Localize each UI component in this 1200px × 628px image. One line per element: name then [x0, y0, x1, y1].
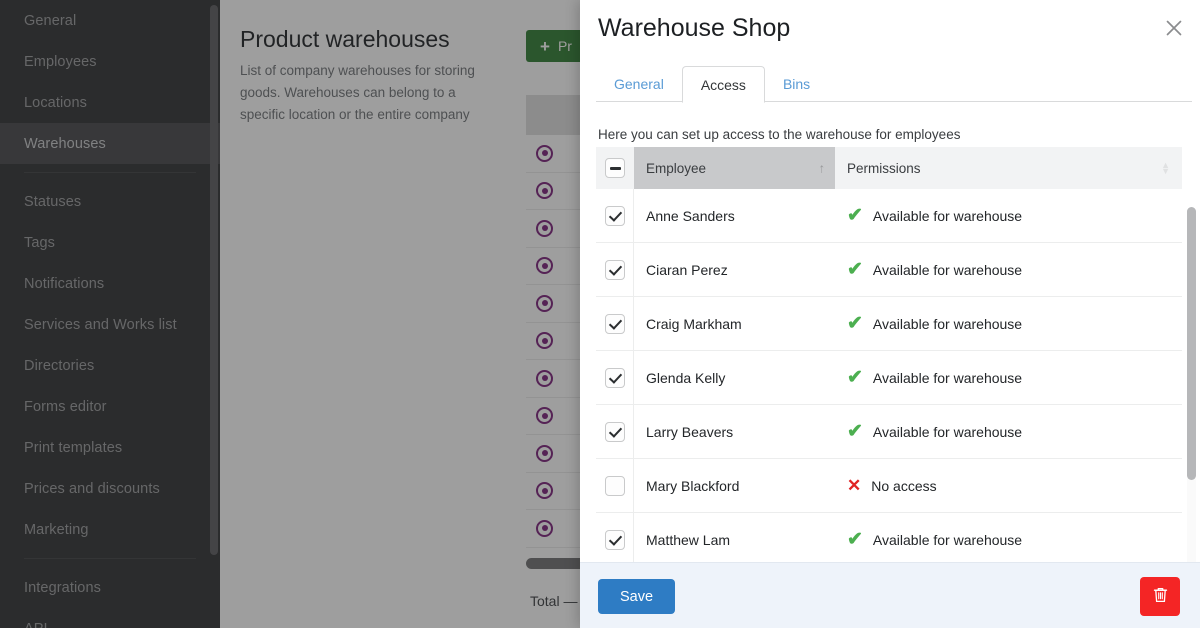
column-header-employee-label: Employee — [646, 160, 707, 176]
access-helper-text: Here you can set up access to the wareho… — [598, 127, 961, 142]
permission-cell: ✔ Available for warehouse — [835, 405, 1182, 458]
permission-label: Available for warehouse — [872, 531, 1023, 548]
close-icon[interactable] — [1160, 14, 1188, 42]
employee-name: Larry Beavers — [646, 423, 734, 440]
table-row[interactable]: Anne Sanders ✔ Available for warehouse — [596, 189, 1182, 243]
row-checkbox-cell — [596, 405, 634, 458]
tabs-strip: General Access Bins — [596, 60, 1200, 103]
access-table: Employee ↑ Permissions ▲ ▼ Anne Sanders ✔… — [596, 147, 1182, 562]
column-header-permissions[interactable]: Permissions ▲ ▼ — [835, 147, 1182, 189]
employee-name: Anne Sanders — [646, 207, 735, 224]
row-checkbox-cell — [596, 351, 634, 404]
tab-bins[interactable]: Bins — [765, 66, 828, 102]
permission-cell: ✔ Available for warehouse — [835, 513, 1182, 562]
dialog-scrollbar-thumb[interactable] — [1187, 207, 1196, 480]
check-icon: ✔ — [847, 205, 863, 226]
tab-access[interactable]: Access — [681, 66, 765, 103]
row-checkbox[interactable] — [604, 367, 625, 388]
sort-none-icon: ▲ ▼ — [1161, 161, 1170, 176]
table-row[interactable]: Craig Markham ✔ Available for warehouse — [596, 297, 1182, 351]
table-row[interactable]: Glenda Kelly ✔ Available for warehouse — [596, 351, 1182, 405]
sort-down-small-icon: ▼ — [1161, 166, 1170, 176]
row-checkbox-cell — [596, 297, 634, 350]
employee-name: Glenda Kelly — [646, 369, 726, 386]
permission-label: Available for warehouse — [872, 423, 1023, 440]
table-row[interactable]: Matthew Lam ✔ Available for warehouse — [596, 513, 1182, 562]
dialog-body: Here you can set up access to the wareho… — [580, 102, 1200, 562]
row-checkbox-cell — [596, 513, 634, 562]
check-icon: ✔ — [847, 421, 863, 442]
permission-cell: ✔ Available for warehouse — [835, 189, 1182, 242]
tab-label: Bins — [782, 76, 811, 92]
row-checkbox-cell — [596, 243, 634, 296]
dialog-tabs: General Access Bins — [580, 60, 1200, 103]
row-checkbox[interactable] — [604, 313, 625, 334]
save-button[interactable]: Save — [598, 579, 676, 614]
permission-label: Available for warehouse — [872, 261, 1023, 278]
table-row[interactable]: Larry Beavers ✔ Available for warehouse — [596, 405, 1182, 459]
employee-name: Ciaran Perez — [646, 261, 728, 278]
permission-label: Available for warehouse — [872, 315, 1023, 332]
access-table-header: Employee ↑ Permissions ▲ ▼ — [596, 147, 1182, 189]
column-header-employee[interactable]: Employee ↑ — [634, 147, 835, 189]
cross-icon: ✕ — [847, 476, 862, 495]
warehouse-shop-dialog: Warehouse Shop General Access Bins Here yo… — [580, 0, 1200, 628]
access-table-rows: Anne Sanders ✔ Available for warehouse Ciar… — [596, 189, 1182, 562]
permission-label: Available for warehouse — [872, 207, 1023, 224]
permission-cell: ✕ No access — [835, 459, 1182, 512]
employee-name: Mary Blackford — [646, 477, 740, 494]
tab-general[interactable]: General — [596, 66, 682, 102]
check-icon: ✔ — [847, 367, 863, 388]
app-root: General Employees Locations Warehouses Statu… — [0, 0, 1200, 628]
table-row[interactable]: Mary Blackford ✕ No access — [596, 459, 1182, 513]
trash-icon — [1152, 586, 1169, 607]
row-checkbox-cell — [596, 189, 634, 242]
dialog-footer: Save — [580, 562, 1200, 628]
dialog-title: Warehouse Shop — [598, 14, 791, 42]
employee-name: Craig Markham — [646, 315, 742, 332]
tab-label: Access — [700, 76, 746, 93]
column-header-permissions-label: Permissions — [847, 160, 921, 176]
table-row[interactable]: Ciaran Perez ✔ Available for warehouse — [596, 243, 1182, 297]
check-icon: ✔ — [847, 529, 863, 550]
permission-cell: ✔ Available for warehouse — [835, 297, 1182, 350]
row-checkbox[interactable] — [604, 259, 625, 280]
permission-cell: ✔ Available for warehouse — [835, 351, 1182, 404]
sort-ascending-icon: ↑ — [818, 160, 826, 176]
row-checkbox-cell — [596, 459, 634, 512]
row-checkbox[interactable] — [604, 421, 625, 442]
select-all-cell — [596, 147, 634, 189]
row-checkbox[interactable] — [604, 475, 625, 496]
employee-name: Matthew Lam — [646, 531, 731, 548]
permission-label: Available for warehouse — [872, 369, 1023, 386]
tab-label: General — [614, 76, 664, 92]
select-all-checkbox[interactable] — [605, 158, 625, 178]
check-icon: ✔ — [847, 259, 863, 280]
permission-label: No access — [871, 477, 937, 494]
delete-button[interactable] — [1140, 577, 1180, 616]
permission-cell: ✔ Available for warehouse — [835, 243, 1182, 296]
row-checkbox[interactable] — [604, 205, 625, 226]
row-checkbox[interactable] — [604, 529, 625, 550]
check-icon: ✔ — [847, 313, 863, 334]
